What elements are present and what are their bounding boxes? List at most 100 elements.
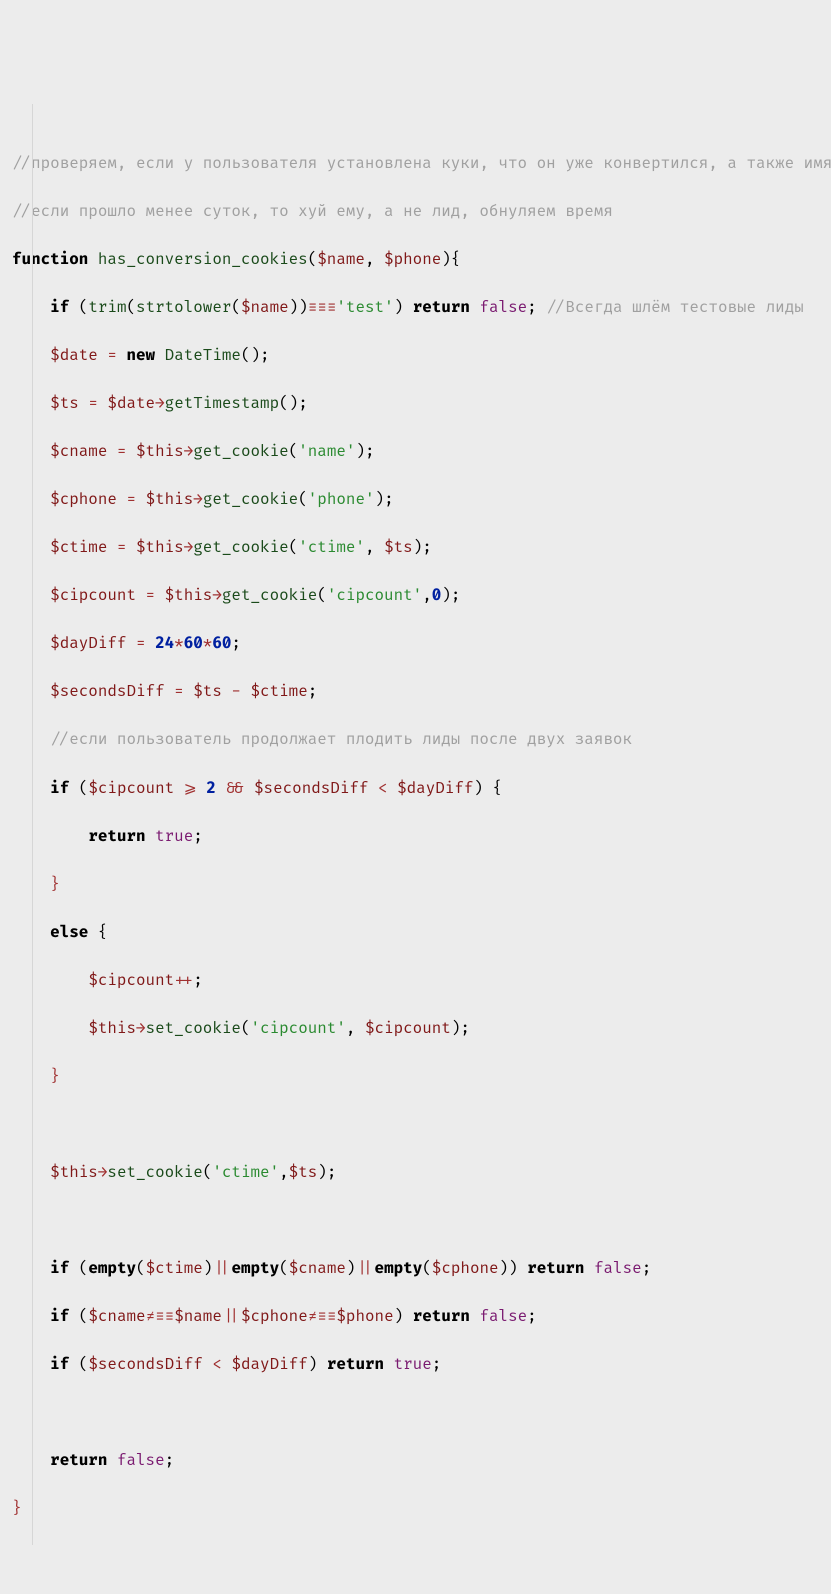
var: $dayDiff [397,779,473,798]
operator: = [98,346,127,365]
code-line: } [12,1065,819,1089]
operator: → [212,586,222,605]
operator: || [222,1307,241,1326]
code-line: } [12,1497,819,1521]
code-line [12,1209,819,1233]
method: get_cookie [222,586,317,605]
indent-guide [32,104,33,1545]
class: DateTime [165,346,241,365]
code-line [12,1113,819,1137]
keyword: return [413,1307,470,1326]
keyword: if [50,1307,69,1326]
code-line: } [12,873,819,897]
bool: false [117,1451,165,1470]
param: $name [317,250,365,269]
keyword: function [12,250,88,269]
method: set_cookie [107,1163,202,1182]
operator: = [165,682,194,701]
keyword: return [88,827,145,846]
operator: < [378,779,388,798]
function-name: has_conversion_cookies [98,250,308,269]
code-line: //если прошло менее суток, то хуй ему, а… [12,200,819,224]
string: 'test' [336,298,393,317]
bool: false [479,1307,527,1326]
code-line: function has_conversion_cookies($name, $… [12,248,819,272]
var: $cname [289,1259,346,1278]
operator: = [126,634,155,653]
operator: → [98,1163,108,1182]
code-line: $cipcount++; [12,969,819,993]
var: $ts [384,538,413,557]
code-line: $date = new DateTime(); [12,344,819,368]
code-line: $cipcount = $this→get_cookie('cipcount',… [12,584,819,608]
code-line: //проверяем, если у пользователя установ… [12,152,819,176]
code-line: //если пользователь продолжает плодить л… [12,728,819,752]
operator: → [193,490,203,509]
var: $name [241,298,289,317]
var: $cipcount [50,586,136,605]
var: $cname [50,442,107,461]
keyword: return [413,298,470,317]
operator: → [136,1019,146,1038]
var: $phone [336,1307,393,1326]
operator: - [222,682,251,701]
keyword: return [527,1259,584,1278]
var: $this [136,442,184,461]
operator: || [355,1259,374,1278]
code-line: return true; [12,825,819,849]
keyword: if [50,298,69,317]
number: 2 [206,779,216,798]
var: $dayDiff [50,634,126,653]
operator: → [184,538,194,557]
var: $this [165,586,213,605]
operator: → [184,442,194,461]
method: get_cookie [193,538,288,557]
operator: = [79,394,108,413]
operator: ++ [174,971,193,990]
keyword: return [50,1451,107,1470]
method: getTimestamp [165,394,279,413]
code-line: return false; [12,1449,819,1473]
code-line: if ($secondsDiff < $dayDiff) return true… [12,1353,819,1377]
code-line: if (trim(strtolower($name))≡≡≡'test') re… [12,296,819,320]
var: $secondsDiff [50,682,164,701]
var: $this [146,490,194,509]
string: 'name' [298,442,355,461]
var: $cipcount [88,971,174,990]
operator: < [212,1355,222,1374]
number: 60 [184,634,203,653]
string: 'cipcount' [327,586,422,605]
code-editor[interactable]: //проверяем, если у пользователя установ… [12,104,819,1545]
bool: false [479,298,527,317]
var: $cphone [50,490,117,509]
operator: = [107,538,136,557]
keyword: if [50,779,69,798]
var: $ctime [146,1259,203,1278]
var: $ctime [251,682,308,701]
number: 24 [155,634,174,653]
operator: = [107,442,136,461]
code-line: $ctime = $this→get_cookie('ctime', $ts); [12,536,819,560]
operator: ≡≡≡ [308,298,337,317]
builtin: empty [231,1259,279,1278]
number: 0 [432,586,442,605]
var: $this [50,1163,98,1182]
code-line: $cname = $this→get_cookie('name'); [12,440,819,464]
code-line: $this→set_cookie('cipcount', $cipcount); [12,1017,819,1041]
keyword: if [50,1259,69,1278]
operator: = [117,490,146,509]
builtin: empty [375,1259,423,1278]
keyword: new [126,346,155,365]
operator: && [225,779,244,798]
builtin: trim [88,298,126,317]
bool: true [155,827,193,846]
var: $ts [193,682,222,701]
operator: ⩾ [184,779,197,798]
code-line [12,1401,819,1425]
var: $dayDiff [231,1355,307,1374]
keyword: if [50,1355,69,1374]
var: $secondsDiff [254,779,368,798]
operator: || [212,1259,231,1278]
code-line: if ($cname≠≡≡$name||$cphone≠≡≡$phone) re… [12,1305,819,1329]
builtin: empty [88,1259,136,1278]
